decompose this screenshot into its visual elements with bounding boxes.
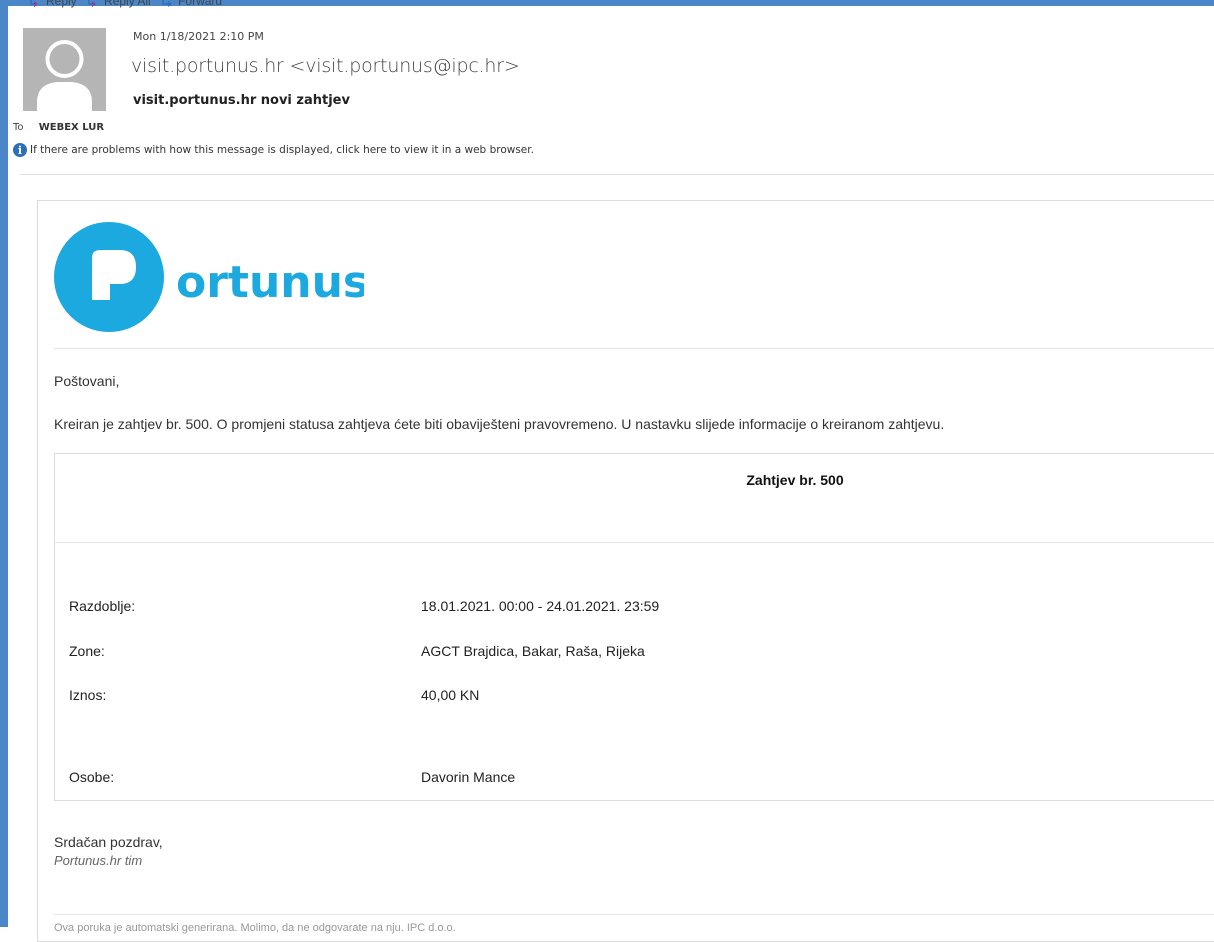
reply-all-label: Reply All <box>104 0 151 8</box>
forward-label: Forward <box>178 0 223 8</box>
reply-icon <box>30 0 38 7</box>
portunus-logo: ortunus <box>54 222 369 332</box>
footer-divider <box>54 914 1214 915</box>
header-divider <box>20 174 1214 175</box>
to-label: To <box>13 122 24 133</box>
recipient-name[interactable]: WEBEX LUR <box>39 122 104 133</box>
signature: Portunus.hr tim <box>54 853 143 868</box>
message-date: Mon 1/18/2021 2:10 PM <box>133 30 264 43</box>
message-subject: visit.portunus.hr novi zahtjev <box>133 93 350 108</box>
message-toolbar: Reply Reply All Forward <box>30 0 230 10</box>
reply-label: Reply <box>46 0 77 8</box>
logo-wordmark: ortunus <box>176 257 364 308</box>
logo-divider <box>54 348 1214 349</box>
portunus-logo-mark: ortunus <box>54 222 369 332</box>
person-silhouette-icon <box>37 40 92 111</box>
message-recipients: To WEBEX LUR <box>13 122 104 133</box>
row-value-persons: Davorin Mance <box>421 769 516 785</box>
row-label-amount: Iznos: <box>69 687 107 703</box>
forward-button[interactable]: Forward <box>162 0 222 8</box>
info-bar-text: If there are problems with how this mess… <box>30 144 534 156</box>
reply-button[interactable]: Reply <box>30 0 77 8</box>
message-sender[interactable]: visit.portunus.hr <visit.portunus@ipc.hr… <box>131 55 520 77</box>
footer-note: Ova poruka je automatski generirana. Mol… <box>54 922 456 934</box>
request-details-table: Zahtjev br. 500 Razdoblje: 18.01.2021. 0… <box>54 453 1214 801</box>
row-value-amount: 40,00 KN <box>421 687 480 703</box>
row-value-period: 18.01.2021. 00:00 - 24.01.2021. 23:59 <box>421 598 660 614</box>
request-title: Zahtjev br. 500 <box>746 472 844 488</box>
row-label-persons: Osobe: <box>69 769 115 785</box>
row-value-zones: AGCT Brajdica, Bakar, Raša, Rijeka <box>421 643 645 659</box>
intro-text: Kreiran je zahtjev br. 500. O promjeni s… <box>54 416 945 432</box>
info-icon: i <box>13 143 27 157</box>
sender-avatar <box>23 28 106 111</box>
greeting: Poštovani, <box>54 373 120 389</box>
row-label-period: Razdoblje: <box>69 598 136 614</box>
request-title-divider <box>55 542 1214 543</box>
row-label-zones: Zone: <box>69 643 105 659</box>
reply-all-icon <box>88 0 97 7</box>
reply-all-button[interactable]: Reply All <box>88 0 151 8</box>
window-frame-left <box>0 0 8 927</box>
forward-icon <box>162 0 173 7</box>
closing-text: Srdačan pozdrav, <box>54 834 163 850</box>
info-bar[interactable]: i If there are problems with how this me… <box>13 143 534 157</box>
